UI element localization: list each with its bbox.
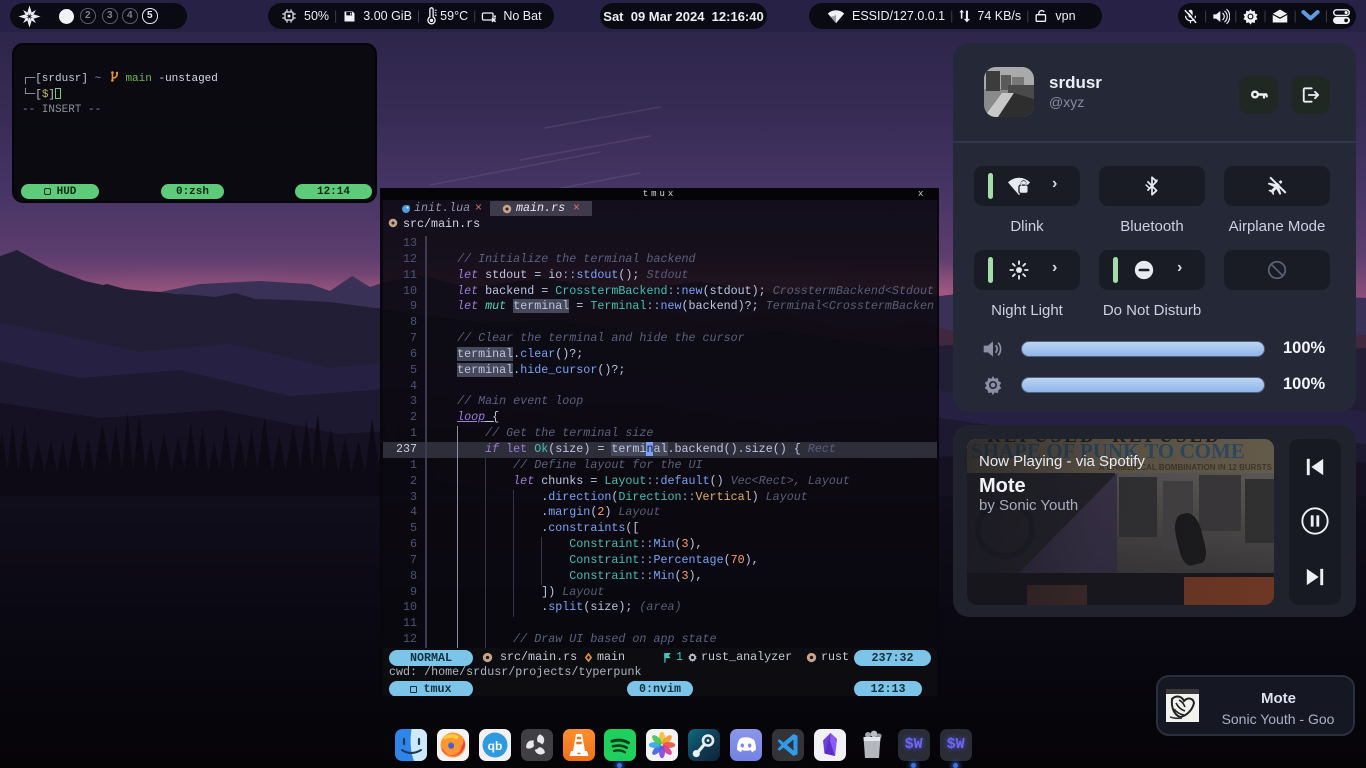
svg-text:qb: qb bbox=[487, 739, 502, 753]
